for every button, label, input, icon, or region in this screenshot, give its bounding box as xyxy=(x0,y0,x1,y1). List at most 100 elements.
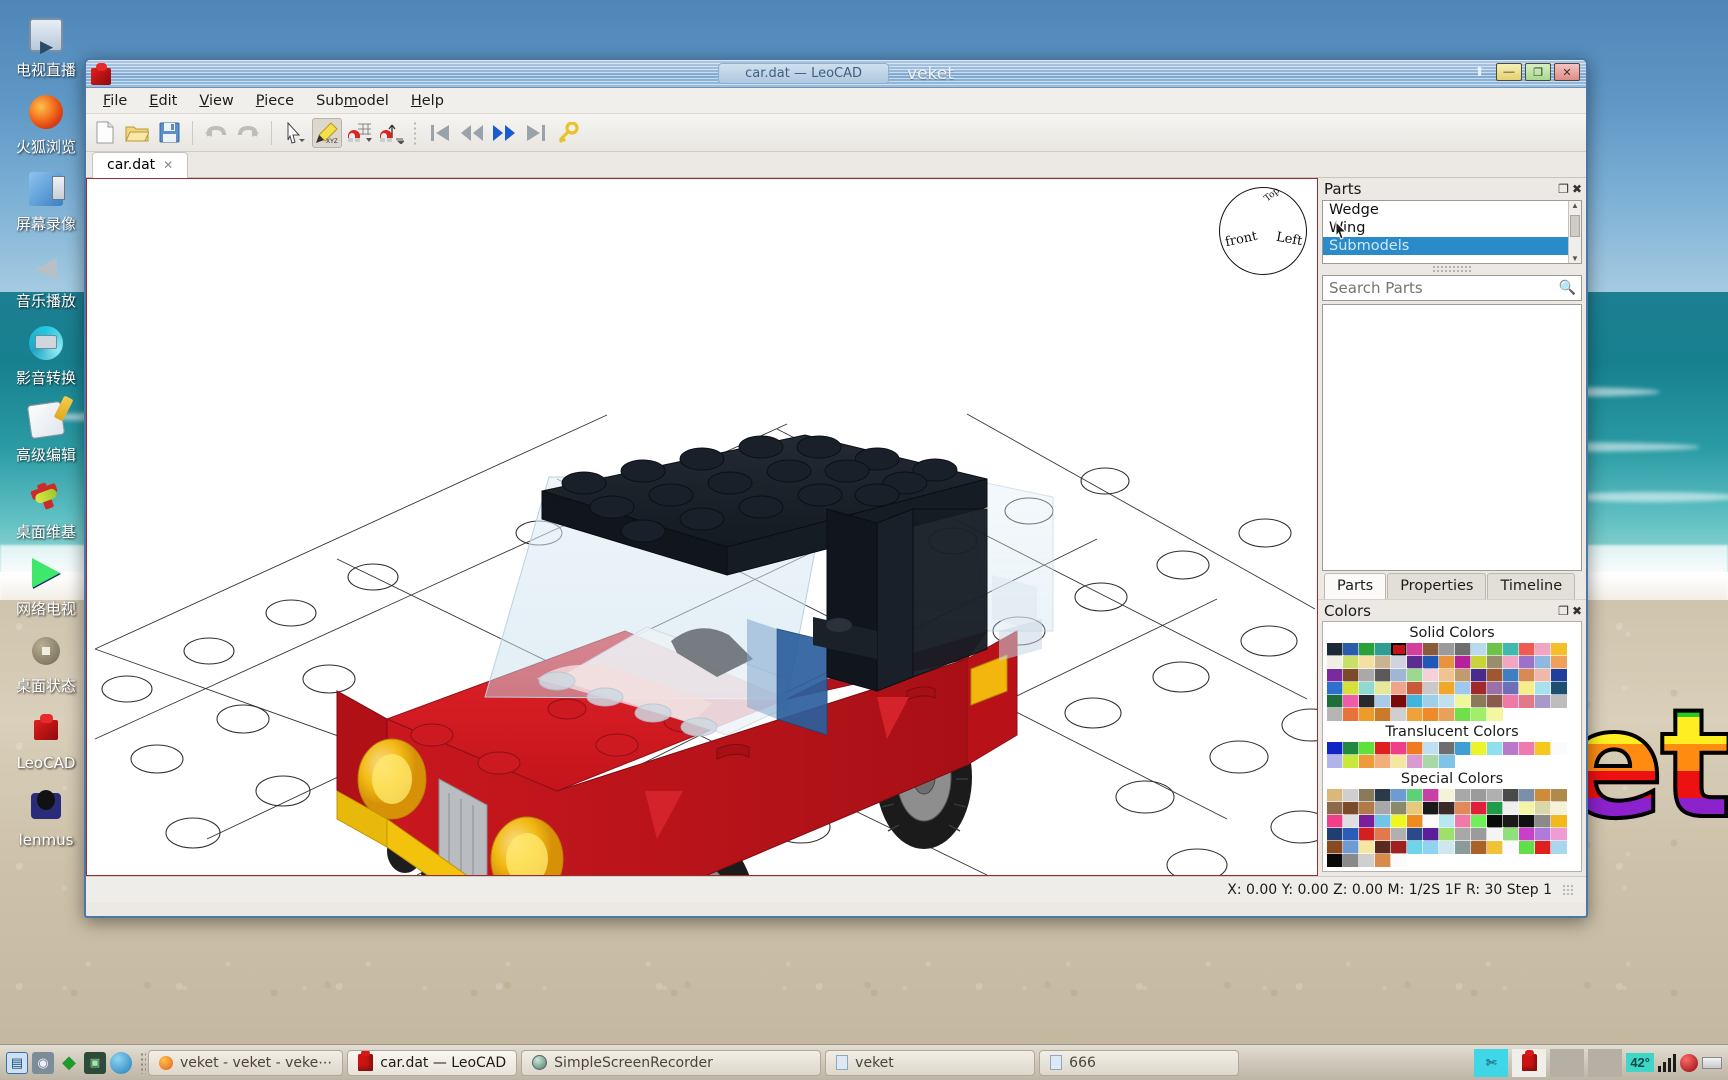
color-swatch[interactable] xyxy=(1454,827,1472,842)
panel-resize-grip[interactable] xyxy=(1432,265,1472,272)
color-swatch[interactable] xyxy=(1358,741,1376,756)
temperature-badge[interactable]: 42° xyxy=(1626,1053,1654,1072)
desktop-icon-desktop-wiki[interactable]: 桌面维基 xyxy=(0,480,92,557)
snap-angle-button[interactable] xyxy=(376,118,406,148)
color-swatch[interactable] xyxy=(1502,741,1520,756)
color-swatch[interactable] xyxy=(1470,642,1488,657)
color-swatch[interactable] xyxy=(1438,668,1456,683)
color-swatch[interactable] xyxy=(1358,827,1376,842)
menu-help[interactable]: Help xyxy=(402,90,453,112)
color-swatch[interactable] xyxy=(1486,814,1504,829)
color-swatch[interactable] xyxy=(1326,840,1344,855)
parts-list-scrollbar[interactable]: ▲ ▼ xyxy=(1568,201,1581,263)
color-swatch[interactable] xyxy=(1406,801,1424,816)
color-swatch[interactable] xyxy=(1502,642,1520,657)
last-step-button[interactable] xyxy=(521,118,551,148)
display-scissors-icon[interactable]: ✄ xyxy=(1474,1048,1509,1077)
select-tool-button[interactable] xyxy=(280,118,310,148)
color-swatch[interactable] xyxy=(1358,681,1376,696)
color-swatch[interactable] xyxy=(1406,741,1424,756)
color-swatch[interactable] xyxy=(1391,643,1407,656)
color-swatch[interactable] xyxy=(1438,707,1456,722)
close-panel-icon[interactable]: ✖ xyxy=(1572,182,1582,196)
color-swatch[interactable] xyxy=(1390,741,1408,756)
special-colors-grid[interactable] xyxy=(1326,788,1577,868)
scrollbar-thumb[interactable] xyxy=(1570,215,1580,237)
color-swatch[interactable] xyxy=(1406,814,1424,829)
color-swatch[interactable] xyxy=(1518,655,1536,670)
taskbar-window-666[interactable]: 666 xyxy=(1039,1049,1240,1076)
color-swatch[interactable] xyxy=(1374,814,1392,829)
desktop-icon-leocad[interactable]: LeoCAD xyxy=(0,711,92,788)
color-swatch[interactable] xyxy=(1534,694,1552,709)
color-swatch[interactable] xyxy=(1550,694,1568,709)
color-swatch[interactable] xyxy=(1470,741,1488,756)
color-swatch[interactable] xyxy=(1326,655,1344,670)
color-swatch[interactable] xyxy=(1518,694,1536,709)
color-swatch[interactable] xyxy=(1406,694,1424,709)
color-swatch[interactable] xyxy=(1342,707,1360,722)
color-swatch[interactable] xyxy=(1374,655,1392,670)
document-tab-car-dat[interactable]: car.dat ✕ xyxy=(92,152,189,178)
signal-bars-icon[interactable] xyxy=(1658,1053,1676,1072)
move-tool-button[interactable]: XYZ xyxy=(312,117,342,148)
color-swatch[interactable] xyxy=(1374,853,1392,868)
color-swatch[interactable] xyxy=(1534,840,1552,855)
color-swatch[interactable] xyxy=(1518,642,1536,657)
color-swatch[interactable] xyxy=(1550,642,1568,657)
color-swatch[interactable] xyxy=(1550,827,1568,842)
color-swatch[interactable] xyxy=(1550,840,1568,855)
color-swatch[interactable] xyxy=(1438,655,1456,670)
color-swatch[interactable] xyxy=(1342,814,1360,829)
color-swatch[interactable] xyxy=(1470,681,1488,696)
color-swatch[interactable] xyxy=(1454,801,1472,816)
color-swatch[interactable] xyxy=(1486,827,1504,842)
taskbar-window-veket-files[interactable]: veket xyxy=(825,1049,1036,1076)
close-panel-icon[interactable]: ✖ xyxy=(1572,604,1582,618)
taskbar-window-recorder[interactable]: SimpleScreenRecorder xyxy=(521,1049,822,1076)
color-swatch[interactable] xyxy=(1342,827,1360,842)
menu-view[interactable]: View xyxy=(190,90,242,112)
close-button[interactable]: ✕ xyxy=(1554,63,1580,81)
color-swatch[interactable] xyxy=(1470,694,1488,709)
desktop-icon-media-converter[interactable]: 影音转换 xyxy=(0,326,92,403)
color-swatch[interactable] xyxy=(1422,707,1440,722)
color-swatch[interactable] xyxy=(1326,801,1344,816)
color-swatch[interactable] xyxy=(1358,853,1376,868)
solid-colors-grid[interactable] xyxy=(1326,642,1577,722)
color-swatch[interactable] xyxy=(1550,788,1568,803)
color-swatch[interactable] xyxy=(1342,754,1360,769)
color-swatch[interactable] xyxy=(1518,741,1536,756)
desktop-icon-advanced-editor[interactable]: 高级编辑 xyxy=(0,395,92,480)
color-swatch[interactable] xyxy=(1390,788,1408,803)
close-icon[interactable]: ✕ xyxy=(163,158,173,172)
record-red-dot-icon[interactable] xyxy=(1680,1053,1698,1072)
menu-edit[interactable]: Edit xyxy=(140,90,186,112)
color-swatch[interactable] xyxy=(1550,668,1568,683)
color-swatch[interactable] xyxy=(1374,840,1392,855)
color-swatch[interactable] xyxy=(1326,642,1344,657)
color-swatch[interactable] xyxy=(1518,668,1536,683)
color-swatch[interactable] xyxy=(1502,788,1520,803)
search-input[interactable] xyxy=(1322,275,1582,301)
color-swatch[interactable] xyxy=(1438,741,1456,756)
color-swatch[interactable] xyxy=(1422,668,1440,683)
color-swatch[interactable] xyxy=(1358,840,1376,855)
color-swatch[interactable] xyxy=(1374,681,1392,696)
search-magnifier-icon[interactable]: 🔍 xyxy=(1559,279,1576,296)
color-swatch[interactable] xyxy=(1358,668,1376,683)
color-swatch[interactable] xyxy=(1438,642,1456,657)
desktop-icon-tv-live[interactable]: ▶ 电视直播 xyxy=(0,18,92,95)
color-swatch[interactable] xyxy=(1438,754,1456,769)
color-swatch[interactable] xyxy=(1390,801,1408,816)
color-swatch[interactable] xyxy=(1342,840,1360,855)
color-swatch[interactable] xyxy=(1422,681,1440,696)
color-swatch[interactable] xyxy=(1502,840,1520,855)
color-swatch[interactable] xyxy=(1326,668,1344,683)
color-swatch[interactable] xyxy=(1486,840,1504,855)
color-swatch[interactable] xyxy=(1374,827,1392,842)
color-swatch[interactable] xyxy=(1374,707,1392,722)
color-swatch[interactable] xyxy=(1470,840,1488,855)
color-swatch[interactable] xyxy=(1390,681,1408,696)
tray-empty-slot-2[interactable] xyxy=(1588,1048,1623,1077)
